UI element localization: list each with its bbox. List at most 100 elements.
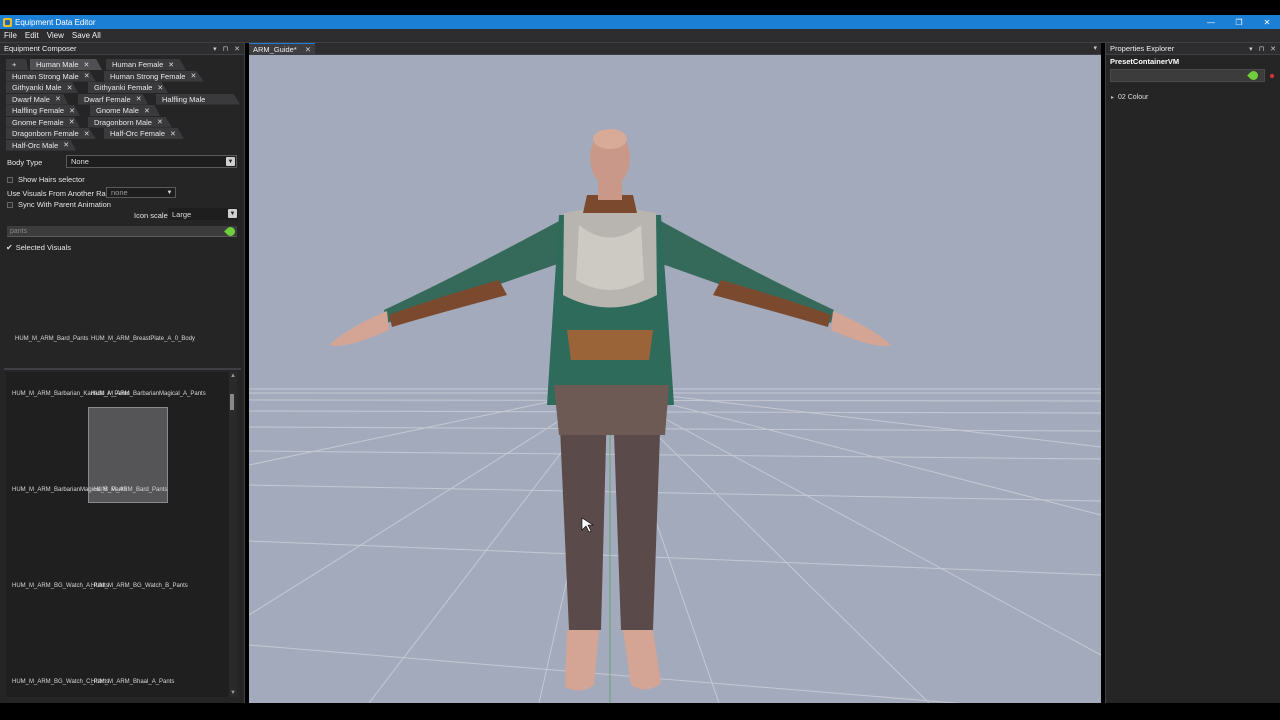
window-title: Equipment Data Editor [15,17,96,27]
visual-item[interactable]: HUM_M_ARM_BG_Watch_A_Pants [12,582,109,590]
tab-human-male[interactable]: Human Male ✕ [30,59,102,70]
top-black-strip [0,0,1280,15]
tab-label: Half-Orc Female [110,129,166,138]
tab-dragonborn-male[interactable]: Dragonborn Male ✕ [88,116,172,128]
panel-title: Properties Explorer [1110,44,1175,53]
tab-label: Human Female [112,60,164,69]
close-icon[interactable]: ✕ [157,118,163,126]
selected-visuals-header[interactable]: ✔ Selected Visuals [6,243,71,252]
close-icon[interactable]: ✕ [63,141,69,149]
chevron-down-icon[interactable]: ▾ [1093,43,1097,55]
sync-row[interactable]: Sync With Parent Animation [7,200,111,209]
property-input[interactable] [1110,69,1265,82]
tab-githyanki-male[interactable]: Githyanki Male ✕ [6,82,78,93]
visual-item[interactable]: HUM_M_ARM_BarbarianMagical_A_Pants [91,390,206,398]
sync-checkbox[interactable] [7,201,13,208]
icon-scale-select[interactable]: Large ▼ [168,208,238,220]
tab-label: Human Male [36,60,79,69]
tab-label: Dragonborn Male [94,117,152,127]
pencil-icon[interactable] [224,225,237,238]
tab-label: Human Strong Female [110,71,186,81]
menu-file[interactable]: File [4,31,17,40]
tab-dwarf-male[interactable]: Dwarf Male ✕ [6,93,68,105]
close-icon[interactable]: ✕ [55,95,61,103]
close-icon[interactable]: ✕ [234,45,240,53]
selected-visual-item[interactable]: HUM_M_ARM_BreastPlate_A_0_Body [91,335,195,343]
close-icon[interactable]: ✕ [305,45,311,54]
icon-scale-label: Icon scale: [134,211,170,220]
tab-half-orc-female[interactable]: Half-Orc Female ✕ [104,128,184,139]
close-icon[interactable]: ✕ [69,118,75,126]
close-icon[interactable]: ✕ [168,61,174,69]
close-icon[interactable]: ✕ [170,130,176,138]
tab-halfling-female[interactable]: Halfling Female ✕ [6,105,80,116]
tab-label: Githyanki Male [12,83,62,92]
restore-button[interactable]: ❐ [1234,18,1244,27]
visual-item[interactable]: HUM_M_ARM_Bhaal_A_Pants [91,678,174,686]
visual-item[interactable]: HUM_M_ARM_Barbarian_Karlach_A_Pants [12,390,130,398]
tree-item-colour[interactable]: ▸ 02 Colour [1111,94,1148,101]
panel-title: Equipment Composer [4,44,77,53]
tab-add[interactable]: + [6,59,28,70]
tab-halfling-male[interactable]: Halfling Male [156,93,240,105]
tab-gnome-female[interactable]: Gnome Female ✕ [6,116,80,128]
tab-dragonborn-female[interactable]: Dragonborn Female ✕ [6,128,96,139]
scroll-down-icon[interactable]: ▼ [229,689,237,697]
pin-icon[interactable]: ⊓ [1259,45,1264,53]
expand-arrow-icon[interactable]: ▸ [1111,94,1114,101]
visual-item[interactable]: HUM_M_ARM_Bard_Pants [94,486,170,494]
tab-arm-guide[interactable]: ARM_Guide* ✕ [249,42,316,55]
close-icon[interactable]: ✕ [1270,45,1276,53]
show-hairs-row[interactable]: Show Hairs selector [7,175,85,184]
tab-githyanki-female[interactable]: Githyanki Female ✕ [88,82,168,93]
use-visuals-select[interactable]: none ▼ [106,187,176,198]
chevron-down-icon[interactable]: ▼ [165,188,174,197]
tab-dwarf-female[interactable]: Dwarf Female ✕ [78,93,148,105]
selected-visuals-area: HUM_M_ARM_Bard_Pants HUM_M_ARM_BreastPla… [6,254,240,366]
close-icon[interactable]: ✕ [144,107,150,115]
visual-item[interactable]: HUM_M_ARM_BarbarianMagical_B_Pants [12,486,127,494]
visuals-search-input[interactable]: pants [7,225,237,238]
body-type-select[interactable]: None ▼ [66,155,237,168]
tab-label: ARM_Guide* [253,44,297,54]
visual-item[interactable]: HUM_M_ARM_BG_Watch_B_Pants [91,582,188,590]
scroll-up-icon[interactable]: ▲ [229,372,237,380]
close-icon[interactable]: ✕ [136,95,142,103]
tab-gnome-male[interactable]: Gnome Male ✕ [90,105,160,116]
tab-human-female[interactable]: Human Female ✕ [106,59,186,70]
chevron-down-icon[interactable]: ▼ [226,157,235,166]
chevron-down-icon[interactable]: ▾ [213,45,217,53]
close-icon[interactable]: ✕ [69,107,75,115]
splitter[interactable] [4,368,241,370]
tab-label: Gnome Female [12,117,64,127]
title-bar: Equipment Data Editor — ❐ ✕ [0,15,1280,29]
menu-edit[interactable]: Edit [25,31,39,40]
tab-human-strong-female[interactable]: Human Strong Female ✕ [104,70,204,82]
close-icon[interactable]: ✕ [67,84,73,92]
close-icon[interactable]: ✕ [157,84,163,92]
menu-save-all[interactable]: Save All [72,31,101,40]
body-type-value: None [71,157,89,166]
pin-icon[interactable]: ⊓ [223,45,228,53]
chevron-down-icon[interactable]: ▾ [1249,45,1253,53]
show-hairs-checkbox[interactable] [7,176,13,183]
tab-label: Half-Orc Male [12,140,59,150]
tab-human-strong-male[interactable]: Human Strong Male ✕ [6,70,96,82]
3d-viewport[interactable] [249,55,1101,703]
tab-label: Dwarf Male [12,94,50,104]
scrollbar-thumb[interactable] [230,394,234,410]
close-icon[interactable]: ✕ [84,130,90,138]
close-button[interactable]: ✕ [1262,18,1272,27]
menu-view[interactable]: View [47,31,64,40]
visual-item[interactable]: HUM_M_ARM_BG_Watch_C_Pants [12,678,109,686]
close-icon[interactable]: ✕ [190,72,196,80]
chevron-down-icon[interactable]: ▼ [228,209,237,218]
minimize-button[interactable]: — [1206,18,1216,27]
tab-label: Gnome Male [96,106,139,115]
close-icon[interactable]: ✕ [84,61,90,69]
body-type-label: Body Type [7,158,43,167]
close-icon[interactable]: ✕ [84,72,90,80]
tab-half-orc-male[interactable]: Half-Orc Male ✕ [6,139,76,151]
visuals-scrollbar[interactable]: ▲ ▼ [229,372,237,697]
selected-visual-item[interactable]: HUM_M_ARM_Bard_Pants [15,335,91,343]
